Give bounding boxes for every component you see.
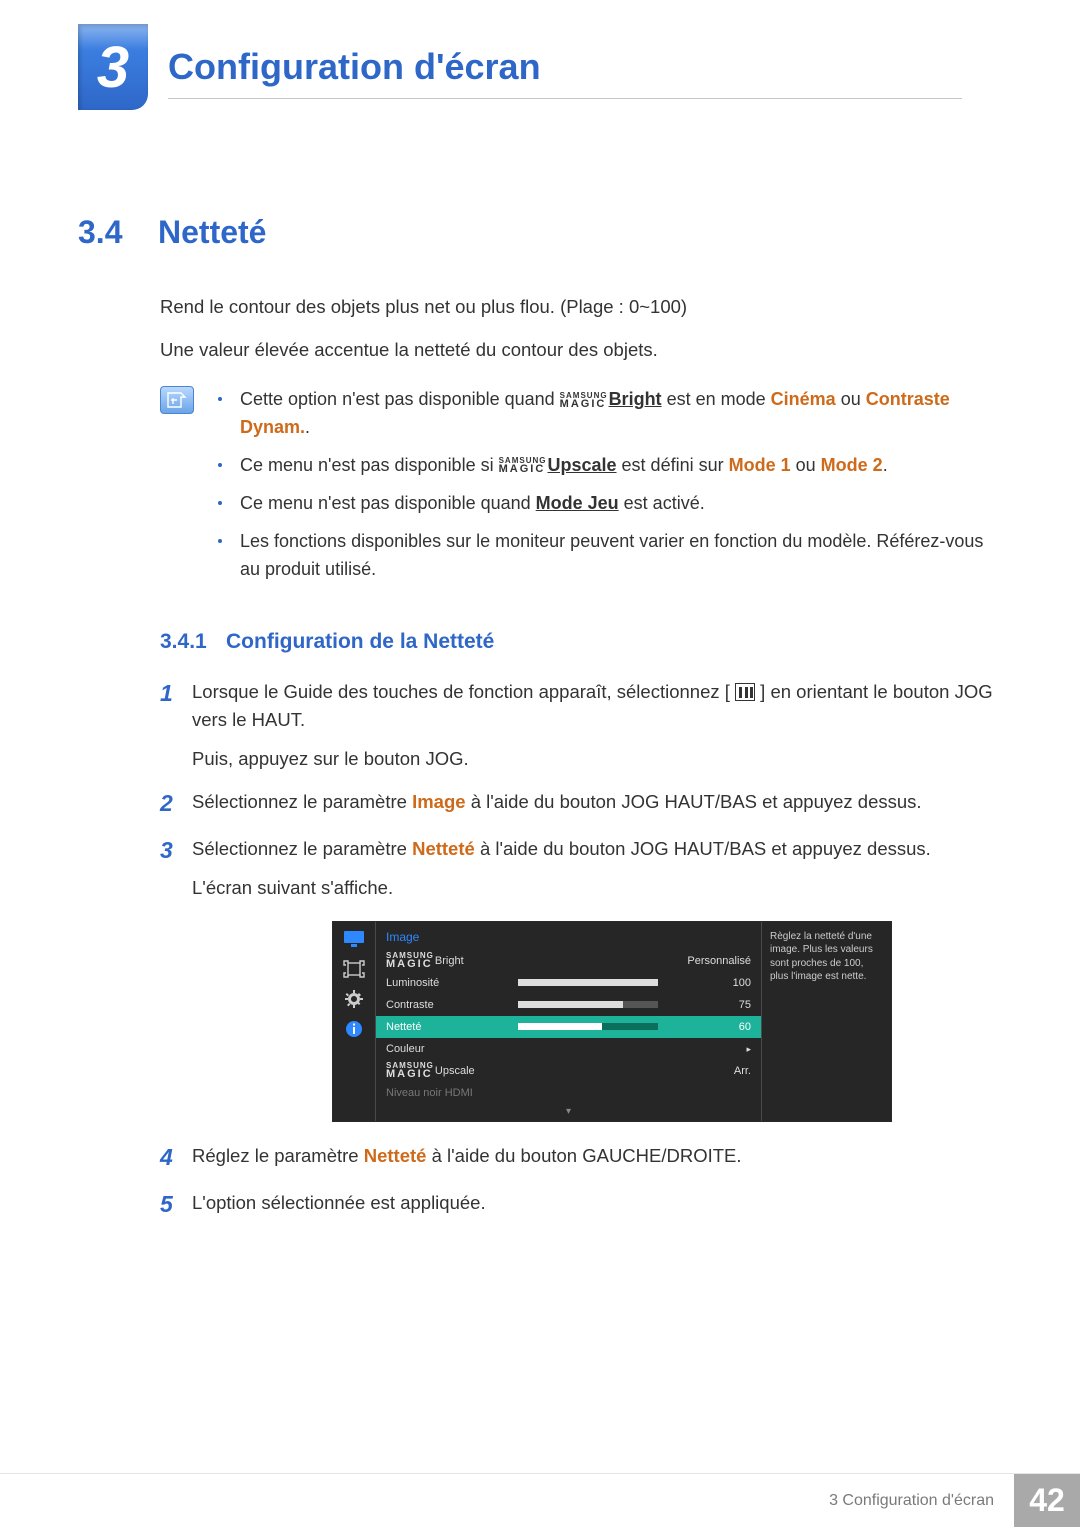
step-3-text-b: à l'aide du bouton JOG HAUT/BAS et appuy… (480, 838, 931, 859)
osd-row-upscale-label: Upscale (435, 1065, 475, 1077)
osd-heading: Image (376, 922, 761, 950)
step-number-3: 3 (160, 833, 192, 902)
osd-monitor-icon (343, 930, 365, 948)
intro-paragraph-2: Une valeur élevée accentue la netteté du… (160, 336, 1002, 365)
step-1-text-a: Lorsque le Guide des touches de fonction… (192, 681, 730, 702)
osd-sidebar (333, 922, 375, 1121)
osd-screenshot: Image SAMSUNGMAGICBright Personnalisé Lu… (332, 921, 892, 1122)
osd-aspect-icon (343, 960, 365, 978)
osd-row-luminosite-label: Luminosité (386, 977, 518, 989)
magic-upscale-link: Upscale (547, 455, 616, 475)
param-image: Image (412, 791, 465, 812)
step-number-1: 1 (160, 676, 192, 774)
subsection-number: 3.4.1 (160, 630, 226, 654)
osd-row-hdmi-label: Niveau noir HDMI (386, 1087, 518, 1099)
magic-bright-link: Bright (609, 389, 662, 409)
info-note-list: Cette option n'est pas disponible quand … (218, 386, 1002, 593)
step-2-text-b: à l'aide du bouton JOG HAUT/BAS et appuy… (471, 791, 922, 812)
step-number-2: 2 (160, 786, 192, 822)
section-number: 3.4 (78, 214, 158, 251)
osd-info-icon (343, 1020, 365, 1038)
osd-row-contraste-label: Contraste (386, 999, 518, 1011)
section-title: Netteté (158, 214, 266, 251)
samsung-magic-logo: SAMSUNGMAGIC (499, 457, 548, 475)
step-3-text-a: Sélectionnez le paramètre (192, 838, 412, 859)
osd-luminosite-value: 100 (679, 977, 751, 989)
step-2-text-a: Sélectionnez le paramètre (192, 791, 412, 812)
step-4-text-a: Réglez le paramètre (192, 1145, 364, 1166)
mode-1: Mode 1 (729, 455, 791, 475)
step-3-text-c: L'écran suivant s'affiche. (192, 877, 393, 898)
osd-description: Règlez la netteté d'une image. Plus les … (761, 922, 891, 1121)
osd-nettete-value: 60 (679, 1021, 751, 1033)
step-4-text-b: à l'aide du bouton GAUCHE/DROITE. (432, 1145, 742, 1166)
note-2-text: Ce menu n'est pas disponible si (240, 455, 499, 475)
step-number-4: 4 (160, 1140, 192, 1176)
chapter-number-badge: 3 (78, 24, 148, 110)
osd-row-nettete-label: Netteté (386, 1021, 518, 1033)
osd-row-bright-label: Bright (435, 955, 464, 967)
menu-icon (735, 683, 755, 701)
step-number-5: 5 (160, 1187, 192, 1223)
chapter-title: Configuration d'écran (168, 24, 962, 99)
intro-paragraph-1: Rend le contour des objets plus net ou p… (160, 293, 1002, 322)
osd-gear-icon (343, 990, 365, 1008)
param-nettete-2: Netteté (364, 1145, 427, 1166)
footer-page-number: 42 (1014, 1474, 1080, 1527)
osd-contraste-value: 75 (679, 999, 751, 1011)
step-1-text-c: Puis, appuyez sur le bouton JOG. (192, 748, 469, 769)
footer-breadcrumb: 3 Configuration d'écran (829, 1474, 1014, 1527)
osd-row-couleur-label: Couleur (386, 1043, 518, 1055)
note-1-text: Cette option n'est pas disponible quand (240, 389, 560, 409)
osd-couleur-caret (679, 1043, 751, 1055)
note-4-text: Les fonctions disponibles sur le moniteu… (240, 528, 1002, 584)
note-3-text: Ce menu n'est pas disponible quand (240, 493, 536, 513)
samsung-magic-logo: SAMSUNGMAGIC (560, 392, 609, 410)
mode-jeu-link: Mode Jeu (536, 493, 619, 513)
step-5-text: L'option sélectionnée est appliquée. (192, 1189, 1002, 1223)
subsection-title: Configuration de la Netteté (226, 630, 494, 654)
param-nettete: Netteté (412, 838, 475, 859)
info-icon (160, 386, 194, 414)
osd-footer-arrow: ▾ (376, 1104, 761, 1121)
mode-cinema: Cinéma (771, 389, 836, 409)
mode-2: Mode 2 (821, 455, 883, 475)
osd-bright-value: Personnalisé (679, 955, 751, 967)
osd-upscale-value: Arr. (679, 1065, 751, 1077)
